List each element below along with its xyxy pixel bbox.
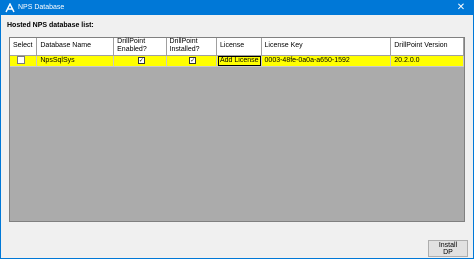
header-drillpoint-installed[interactable]: DrillPoint Installed? bbox=[166, 38, 218, 56]
row-drillpoint-enabled-cell[interactable]: ✓ bbox=[113, 55, 167, 67]
section-label: Hosted NPS database list: bbox=[7, 22, 94, 29]
row-license-cell: Add License bbox=[216, 55, 262, 67]
drillpoint-enabled-checkbox[interactable]: ✓ bbox=[137, 56, 145, 64]
row-license-key[interactable]: 0003-48fe-0a0a-a650-1592 bbox=[261, 55, 392, 67]
window-title: NPS Database bbox=[18, 4, 65, 11]
close-icon[interactable]: ✕ bbox=[451, 1, 471, 15]
nps-database-window: NPS Database ✕ Hosted NPS database list:… bbox=[0, 0, 474, 259]
table-row[interactable]: NpsSqlSys ✓ ✓ Add License 0003-48fe-0a0a… bbox=[10, 55, 464, 67]
drillpoint-installed-checkbox[interactable]: ✓ bbox=[189, 56, 197, 64]
database-table: Select Database Name DrillPoint Enabled?… bbox=[10, 38, 464, 67]
row-select-cell[interactable] bbox=[10, 55, 38, 67]
header-license-key[interactable]: License Key bbox=[261, 38, 392, 56]
row-drillpoint-installed-cell[interactable]: ✓ bbox=[166, 55, 218, 67]
header-database-name[interactable]: Database Name bbox=[36, 38, 115, 56]
header-row: Select Database Name DrillPoint Enabled?… bbox=[10, 38, 464, 56]
row-select-checkbox[interactable] bbox=[17, 56, 25, 65]
row-drillpoint-version[interactable]: 20.2.0.0 bbox=[390, 55, 464, 67]
header-drillpoint-version[interactable]: DrillPoint Version bbox=[390, 38, 464, 56]
title-bar[interactable]: NPS Database ✕ bbox=[1, 1, 473, 15]
app-logo-icon bbox=[4, 2, 16, 14]
row-database-name[interactable]: NpsSqlSys bbox=[36, 55, 115, 67]
header-select[interactable]: Select bbox=[10, 38, 38, 56]
header-drillpoint-enabled[interactable]: DrillPoint Enabled? bbox=[113, 38, 167, 56]
install-dp-button[interactable]: Install DP bbox=[428, 240, 468, 257]
database-grid[interactable]: Select Database Name DrillPoint Enabled?… bbox=[9, 37, 465, 222]
add-license-button[interactable]: Add License bbox=[218, 55, 261, 66]
header-license[interactable]: License bbox=[216, 38, 262, 56]
